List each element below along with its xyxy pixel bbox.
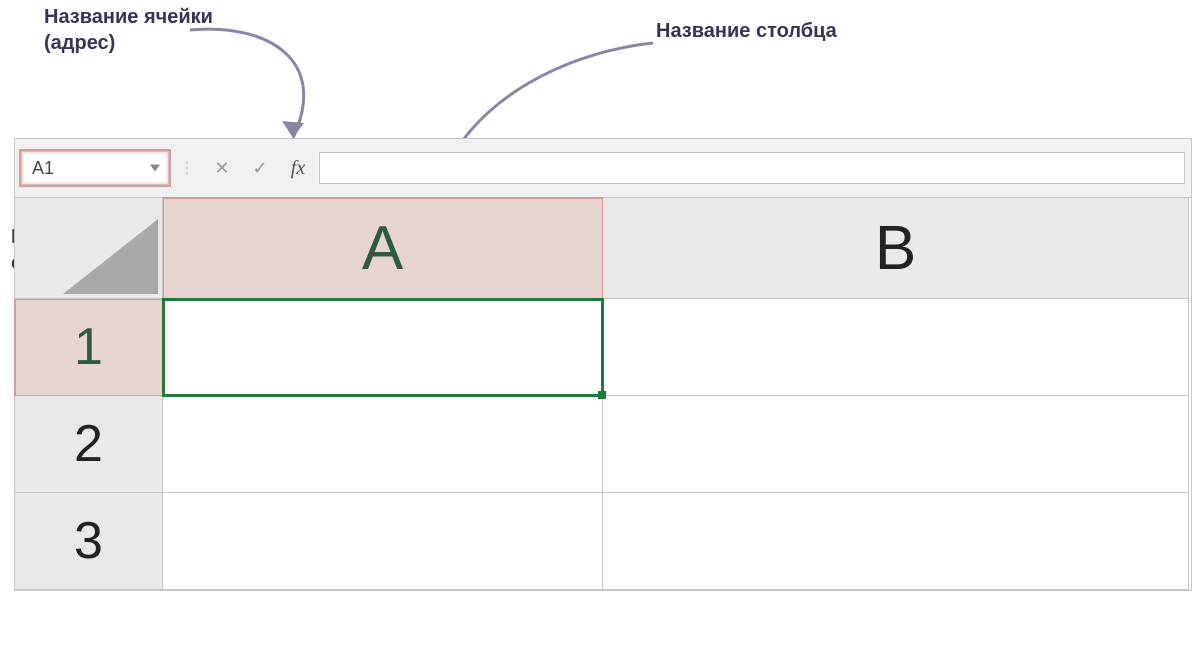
name-box[interactable]: A1 [21, 151, 169, 185]
cell-a2[interactable] [163, 396, 603, 493]
annotation-column-name: Название столбца [656, 18, 837, 44]
column-header-b[interactable]: B [603, 198, 1189, 299]
row-header-1[interactable]: 1 [15, 299, 163, 396]
cell-b3[interactable] [603, 493, 1189, 590]
formula-input[interactable] [319, 152, 1185, 184]
row-header-3[interactable]: 3 [15, 493, 163, 590]
name-box-value: A1 [32, 158, 54, 179]
cell-b2[interactable] [603, 396, 1189, 493]
arrow-to-name-box [185, 18, 355, 148]
select-all-corner[interactable] [15, 198, 163, 299]
separator-dots-icon: ⋮ [173, 158, 201, 178]
cell-a3[interactable] [163, 493, 603, 590]
chevron-down-icon[interactable] [150, 165, 160, 172]
confirm-formula-button[interactable]: ✓ [243, 153, 277, 183]
insert-function-button[interactable]: fx [281, 153, 315, 183]
grid: A B 1 2 3 [15, 198, 1191, 590]
formula-bar: A1 ⋮ ✕ ✓ fx [15, 139, 1191, 198]
cancel-formula-button[interactable]: ✕ [205, 153, 239, 183]
column-header-a[interactable]: A [163, 198, 603, 299]
cell-a1[interactable] [163, 299, 603, 396]
cell-b1[interactable] [603, 299, 1189, 396]
spreadsheet-fragment: A1 ⋮ ✕ ✓ fx A B 1 2 3 [14, 138, 1192, 591]
row-header-2[interactable]: 2 [15, 396, 163, 493]
